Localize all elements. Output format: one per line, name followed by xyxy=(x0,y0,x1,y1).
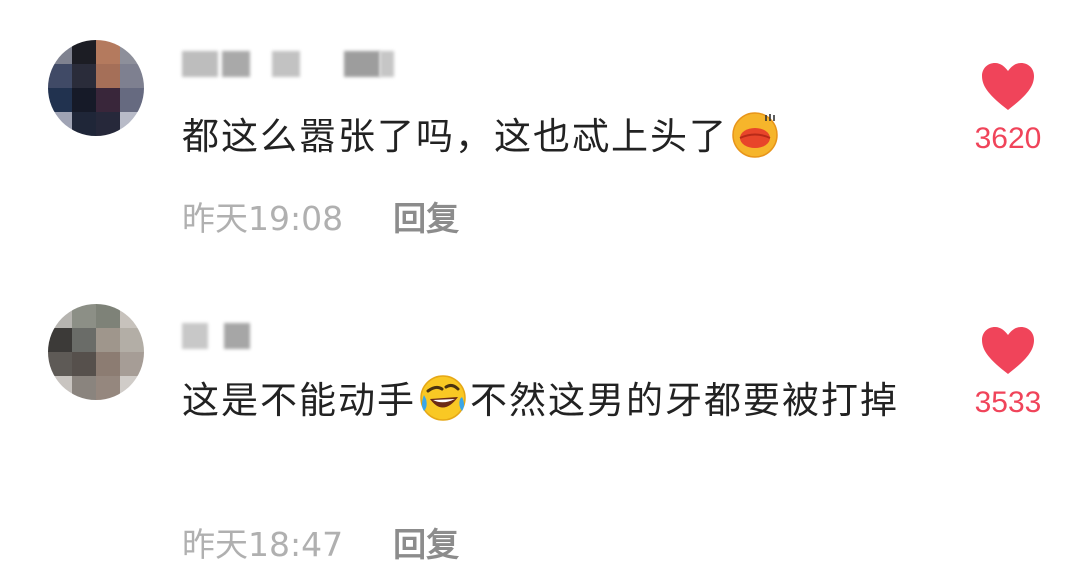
comment-text-part: 不然这男的牙都要被打掉 xyxy=(470,379,899,422)
like-count: 3620 xyxy=(974,122,1042,155)
comment-text-part: 都这么嚣张了吗，这也忒上头了 xyxy=(182,115,728,158)
username-redacted[interactable] xyxy=(182,320,250,352)
like-group: 3620 xyxy=(960,62,1056,156)
reply-button[interactable]: 回复 xyxy=(393,192,459,240)
comment-meta: 昨天19:08 回复 xyxy=(182,194,459,238)
avatar[interactable] xyxy=(48,40,144,136)
timestamp: 昨天18:47 xyxy=(182,525,344,564)
redaction-block xyxy=(182,51,218,77)
redaction-block xyxy=(224,323,250,349)
redaction-block xyxy=(272,51,300,77)
redaction-block xyxy=(344,51,380,77)
redaction-block xyxy=(380,51,394,77)
rolling-laughing-emoji-icon xyxy=(420,375,466,421)
timestamp: 昨天19:08 xyxy=(182,199,344,238)
comment-text: 这是不能动手 不然这男的牙都要被打掉 xyxy=(182,370,942,432)
username-redacted[interactable] xyxy=(182,48,394,80)
redaction-block xyxy=(182,323,208,349)
like-group: 3533 xyxy=(960,326,1056,420)
redaction-block xyxy=(222,51,250,77)
heart-icon[interactable] xyxy=(980,326,1036,376)
comment-item: 都这么嚣张了吗，这也忒上头了 昨天19:08 回复 3620 xyxy=(0,0,1078,270)
heart-icon[interactable] xyxy=(980,62,1036,112)
like-count: 3533 xyxy=(974,386,1042,419)
comment-item: 这是不能动手 不然这男的牙都要被打掉 昨天18:47 回复 3533 xyxy=(0,270,1078,564)
reply-button[interactable]: 回复 xyxy=(393,518,459,566)
kiss-lips-emoji-icon xyxy=(732,112,778,158)
comment-meta: 昨天18:47 回复 xyxy=(182,520,459,564)
comment-text-part: 这是不能动手 xyxy=(182,379,416,422)
comment-text: 都这么嚣张了吗，这也忒上头了 xyxy=(182,106,942,168)
avatar[interactable] xyxy=(48,304,144,400)
